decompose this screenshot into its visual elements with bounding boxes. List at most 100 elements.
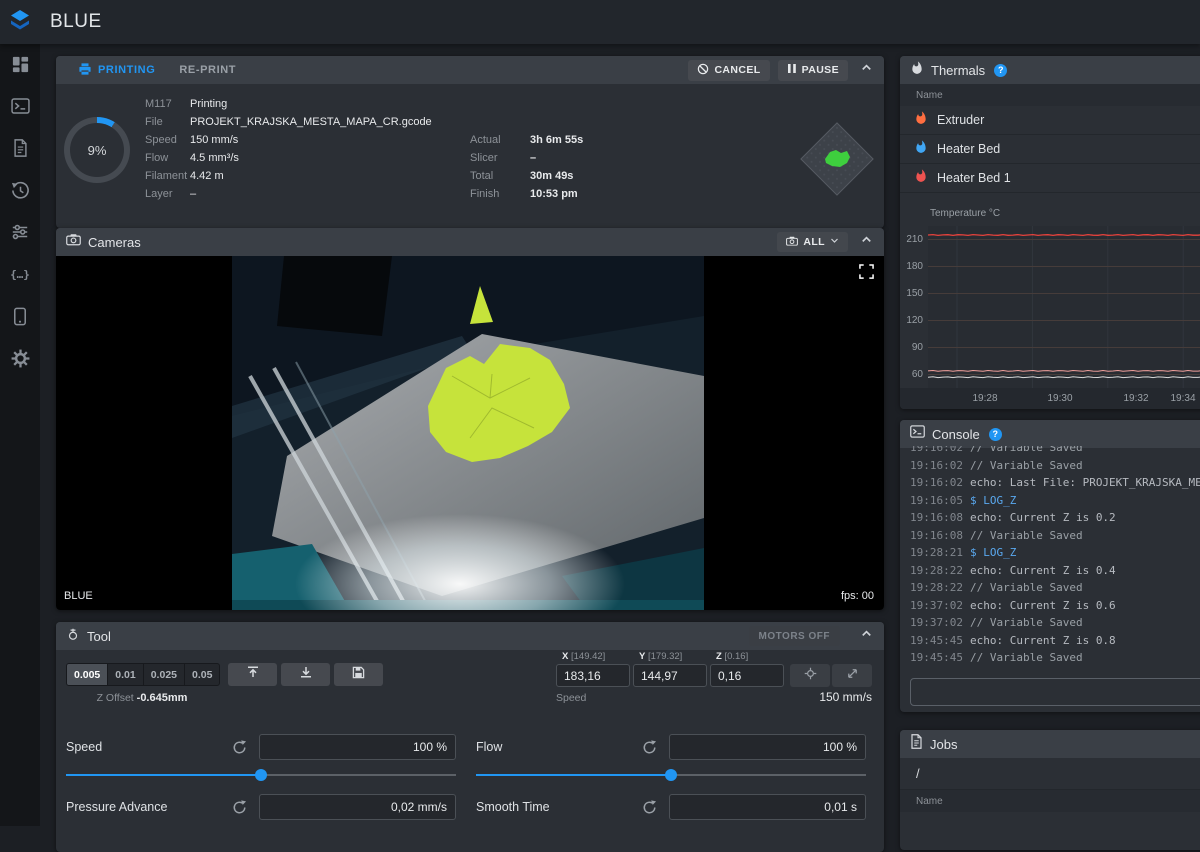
jobs-current-path[interactable]: / [900, 758, 1200, 790]
chart-y-axis: 210 180 150 120 90 60 [906, 234, 923, 380]
help-icon[interactable]: ? [988, 427, 1002, 441]
tool-panel-header: Tool MOTORS OFF [56, 622, 884, 650]
thermals-panel: Thermals ? Name Extruder Heater Bed Heat… [900, 56, 1200, 409]
progress-percent: 9% [87, 142, 107, 158]
pause-button[interactable]: PAUSE [777, 59, 848, 81]
sidebar-item-console[interactable] [9, 96, 31, 116]
console-line: 19:16:02// Variable Saved [910, 458, 1083, 472]
slider-thumb[interactable] [255, 769, 267, 781]
print-stats-right: Actual 3h 6m 55s Slicer – Total 30m 49s Fin… [470, 131, 583, 203]
sidebar-item-dashboard[interactable] [9, 54, 31, 74]
cancel-button[interactable]: CANCEL [688, 59, 770, 81]
z-step-0025[interactable]: 0.025 [144, 664, 185, 685]
motors-off-label: MOTORS OFF [758, 630, 830, 642]
thermal-row-heater-bed[interactable]: Heater Bed [900, 135, 1200, 164]
cameras-collapse-button[interactable] [856, 232, 876, 252]
jobs-icon [910, 734, 923, 754]
x-position-field[interactable]: 183,16 [556, 664, 630, 687]
help-icon[interactable]: ? [994, 63, 1008, 77]
field-row: Layer – [145, 188, 197, 200]
reset-icon[interactable] [642, 800, 657, 815]
progress-ring: 9% [64, 117, 130, 183]
diagonal-arrow-icon [846, 667, 859, 685]
position-absolute-button[interactable] [790, 664, 830, 687]
tab-printing[interactable]: PRINTING [66, 56, 167, 84]
cancel-icon [697, 63, 709, 78]
console-line: 19:45:45// Variable Saved [910, 651, 1083, 664]
reset-icon[interactable] [232, 740, 247, 755]
field-row: Actual 3h 6m 55s [470, 134, 584, 146]
tab-re-print[interactable]: RE-PRINT [167, 56, 248, 84]
printer-icon [78, 62, 92, 79]
slider-label: Smooth Time [476, 800, 550, 814]
move-diagonal-button[interactable] [832, 664, 872, 687]
slider-fill [66, 774, 261, 776]
z-offset-down-button[interactable] [281, 663, 330, 686]
app-logo[interactable] [0, 9, 40, 36]
motors-off-button[interactable]: MOTORS OFF [748, 626, 840, 646]
z-step-005[interactable]: 0.05 [185, 664, 219, 685]
thermal-row-heater-bed-1[interactable]: Heater Bed 1 [900, 164, 1200, 193]
smooth-time-field[interactable]: 0,01 s [669, 794, 866, 820]
speed-factor-field[interactable]: 100 % [259, 734, 456, 760]
console-line: 19:45:45 echo: Current Z is 0.8 [910, 633, 1116, 647]
slider-thumb[interactable] [665, 769, 677, 781]
camera-select-label: ALL [803, 236, 825, 248]
speed-factor-slider[interactable] [66, 768, 456, 782]
flow-factor-slider[interactable] [476, 768, 866, 782]
chevron-up-icon [859, 60, 874, 80]
tool-collapse-button[interactable] [856, 626, 876, 646]
camera-select-dropdown[interactable]: ALL [777, 232, 848, 252]
console-line: 19:28:22 echo: Current Z is 0.4 [910, 563, 1116, 577]
sidebar-item-macros[interactable]: {…} [9, 264, 31, 284]
history-icon [11, 181, 30, 200]
field-row: File PROJEKT_KRAJSKA_MESTA_MAPA_CR.gcode [145, 116, 432, 128]
field-row: Filament 4.42 m [145, 170, 224, 182]
pause-button-label: PAUSE [801, 64, 839, 76]
flow-factor-control: Flow 100 % [476, 734, 866, 782]
nozzle-icon [66, 627, 80, 646]
sensor-name: Heater Bed [937, 142, 1001, 156]
y-position-field[interactable]: 144,97 [633, 664, 707, 687]
y-axis-label: Y [179.32] [639, 651, 683, 662]
x-axis-label: X [149.42] [562, 651, 606, 662]
jobs-panel: Jobs / Name [900, 730, 1200, 850]
console-line: 19:37:02// Variable Saved [910, 616, 1083, 629]
sidebar-item-tune[interactable] [9, 222, 31, 242]
reset-icon[interactable] [232, 800, 247, 815]
save-icon [352, 666, 365, 684]
cameras-panel-header: Cameras ALL [56, 228, 884, 256]
sensor-name: Heater Bed 1 [937, 171, 1011, 185]
sidebar-item-machine[interactable] [9, 306, 31, 326]
z-offset-save-button[interactable] [334, 663, 383, 686]
z-step-0005[interactable]: 0.005 [67, 664, 109, 685]
printing-panel: PRINTING RE-PRINT CANCEL PAUSE 9% M117 Pr… [56, 56, 884, 228]
z-step-001[interactable]: 0.01 [108, 664, 144, 685]
layers-icon [9, 9, 31, 36]
thermal-row-extruder[interactable]: Extruder [900, 106, 1200, 135]
reset-icon[interactable] [642, 740, 657, 755]
top-bar: BLUE [0, 0, 1200, 44]
z-offset-up-button[interactable] [228, 663, 277, 686]
cameras-panel-title: Cameras [88, 234, 141, 250]
braces-icon: {…} [10, 267, 30, 281]
console-line: 19:28:21 $ LOG_Z [910, 546, 1017, 559]
flow-factor-field[interactable]: 100 % [669, 734, 866, 760]
field-row: Flow 4.5 mm³/s [145, 152, 239, 164]
pressure-advance-field[interactable]: 0,02 mm/s [259, 794, 456, 820]
speed-factor-control: Speed 100 % [66, 734, 456, 782]
sidebar-item-settings[interactable] [9, 348, 31, 368]
flame-icon [914, 111, 928, 130]
field-row: M117 Printing [145, 98, 228, 110]
field-row: Total 30m 49s [470, 170, 574, 182]
pressure-advance-control: Pressure Advance 0,02 mm/s [66, 794, 456, 820]
sidebar-item-gcode-files[interactable] [9, 138, 31, 158]
sidebar-item-history[interactable] [9, 180, 31, 200]
console-panel-header: Console ? [900, 420, 1200, 448]
arrow-down-to-bar-icon [299, 665, 313, 684]
z-position-field[interactable]: 0,16 [710, 664, 784, 687]
console-command-input[interactable] [910, 678, 1200, 706]
fullscreen-button[interactable] [859, 264, 874, 284]
printing-collapse-button[interactable] [856, 60, 876, 80]
slider-label: Pressure Advance [66, 800, 168, 814]
